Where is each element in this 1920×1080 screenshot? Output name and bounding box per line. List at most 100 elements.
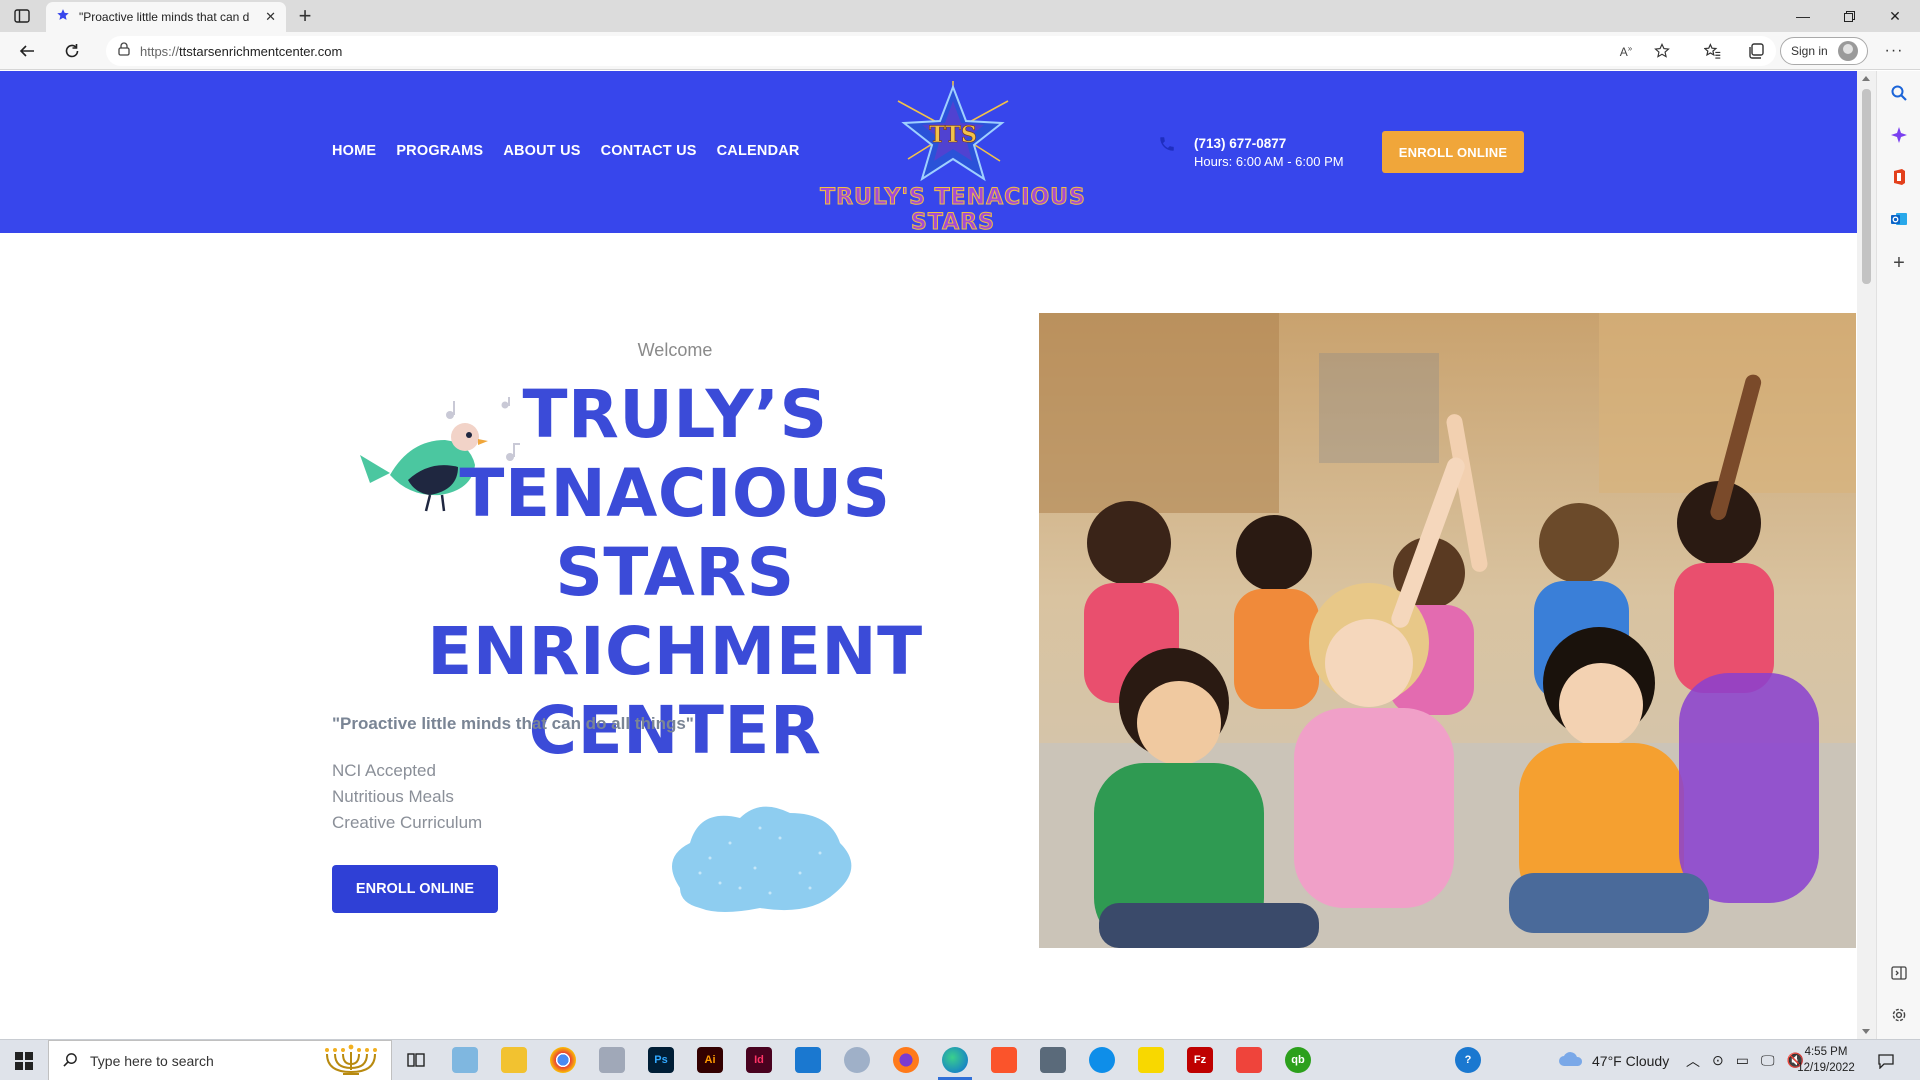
show-hidden-icons-icon[interactable]: ︿ xyxy=(1686,1051,1700,1071)
quill-icon[interactable] xyxy=(599,1047,625,1073)
url-text[interactable]: https://ttstarsenrichmentcenter.com xyxy=(140,44,342,59)
help-icon[interactable]: ? xyxy=(1455,1047,1481,1073)
filezilla-icon[interactable]: Fz xyxy=(1187,1047,1213,1073)
browser-tab-bar: "Proactive little minds that can d ✕ + —… xyxy=(0,0,1920,32)
notepad-icon[interactable] xyxy=(452,1047,478,1073)
refresh-icon[interactable] xyxy=(58,37,86,65)
more-menu-icon[interactable]: ··· xyxy=(1880,37,1908,65)
hero-title: TRULY’S TENACIOUS STARS ENRICHMENT CENTE… xyxy=(332,375,1018,770)
sidebar-office-icon[interactable] xyxy=(1887,165,1911,189)
sidebar-discover-icon[interactable] xyxy=(1887,123,1911,147)
sidebar-outlook-icon[interactable] xyxy=(1887,207,1911,231)
sidebar-settings-icon[interactable] xyxy=(1887,1003,1911,1027)
weather-widget[interactable]: 47°F Cloudy xyxy=(1558,1040,1669,1080)
feature-list: NCI Accepted Nutritious Meals Creative C… xyxy=(332,758,482,836)
file-explorer-icon[interactable] xyxy=(501,1047,527,1073)
chrome-icon[interactable] xyxy=(550,1047,576,1073)
edge-sidebar: + xyxy=(1876,71,1920,1039)
illustrator-icon[interactable]: Ai xyxy=(697,1047,723,1073)
weather-text: 47°F Cloudy xyxy=(1592,1052,1670,1069)
sidebar-hide-icon[interactable] xyxy=(1887,961,1911,985)
header-enroll-button[interactable]: ENROLL ONLINE xyxy=(1382,131,1524,173)
nav-about-us[interactable]: ABOUT US xyxy=(503,143,580,159)
edge-icon[interactable] xyxy=(938,1047,972,1080)
contact-info: (713) 677-0877 Hours: 6:00 AM - 6:00 PM xyxy=(1158,135,1344,171)
scrollbar-thumb[interactable] xyxy=(1862,89,1871,284)
indesign-icon[interactable]: Id xyxy=(746,1047,772,1073)
profile-avatar-icon xyxy=(1837,41,1858,61)
windows-taskbar: Type here to search Ps Ai Id Fz qb ? 47°… xyxy=(0,1039,1920,1080)
brave-icon[interactable] xyxy=(991,1047,1017,1073)
favorites-icon[interactable] xyxy=(1698,37,1726,65)
close-window-icon[interactable]: ✕ xyxy=(1872,0,1918,32)
feature-item: Nutritious Meals xyxy=(332,787,454,806)
teamviewer-icon[interactable] xyxy=(1089,1047,1115,1073)
hero-enroll-button[interactable]: ENROLL ONLINE xyxy=(332,865,498,913)
taskbar-clock[interactable]: 4:55 PM 12/19/2022 xyxy=(1796,1044,1856,1076)
business-hours: Hours: 6:00 AM - 6:00 PM xyxy=(1194,154,1344,169)
restore-icon[interactable] xyxy=(1826,0,1872,32)
record-icon[interactable]: ⊙ xyxy=(1712,1052,1724,1069)
sidebar-add-icon[interactable]: + xyxy=(1887,251,1911,275)
phone-icon xyxy=(1158,135,1176,171)
sign-in-button[interactable]: Sign in xyxy=(1780,37,1868,65)
collections-icon[interactable] xyxy=(1742,37,1770,65)
firefox-icon[interactable] xyxy=(893,1047,919,1073)
scroll-down-icon[interactable] xyxy=(1862,1029,1870,1034)
read-aloud-icon[interactable]: A» xyxy=(1612,37,1640,65)
nav-calendar[interactable]: CALENDAR xyxy=(717,143,800,159)
cloudy-weather-icon xyxy=(1558,1050,1584,1071)
star-logo-icon: TTS xyxy=(897,81,1009,182)
logo-monogram: TTS xyxy=(929,122,977,148)
notifications-icon[interactable] xyxy=(1878,1040,1894,1080)
feature-item: NCI Accepted xyxy=(332,761,436,780)
add-favorite-icon[interactable] xyxy=(1648,37,1676,65)
clock-time: 4:55 PM xyxy=(1804,1046,1848,1058)
sign-in-label: Sign in xyxy=(1791,44,1828,58)
network-icon[interactable]: 🖵 xyxy=(1761,1052,1775,1069)
site-logo[interactable]: TTS TRULY'S TENACIOUS STARS xyxy=(808,79,1098,236)
phone-number[interactable]: (713) 677-0877 xyxy=(1194,135,1344,153)
address-bar[interactable]: https://ttstarsenrichmentcenter.com xyxy=(106,36,1776,66)
anydesk-icon[interactable] xyxy=(1236,1047,1262,1073)
task-view-icon[interactable] xyxy=(403,1047,429,1073)
back-arrow-icon[interactable] xyxy=(13,37,41,65)
cloud-decoration-icon xyxy=(672,806,852,912)
new-tab-button[interactable]: + xyxy=(293,3,317,28)
system-tray: ︿ ⊙ ▭ 🖵 🔇 xyxy=(1686,1040,1804,1080)
browser-tab-active[interactable]: "Proactive little minds that can d ✕ xyxy=(46,2,286,32)
close-tab-icon[interactable]: ✕ xyxy=(265,9,276,25)
meet-now-icon[interactable]: ▭ xyxy=(1736,1052,1749,1069)
nav-home[interactable]: HOME xyxy=(332,143,376,159)
logo-wordmark: TRULY'S TENACIOUS STARS xyxy=(820,185,1086,236)
minimize-icon[interactable]: — xyxy=(1780,0,1826,32)
scroll-up-icon[interactable] xyxy=(1862,76,1870,81)
sticky-notes-icon[interactable] xyxy=(1138,1047,1164,1073)
hero-title-line-2: TENACIOUS STARS xyxy=(459,455,891,611)
tab-title: "Proactive little minds that can d xyxy=(79,10,250,24)
nav-contact-us[interactable]: CONTACT US xyxy=(601,143,697,159)
lock-icon[interactable] xyxy=(118,41,130,61)
windows-start-icon[interactable] xyxy=(0,1040,48,1080)
mail-icon[interactable] xyxy=(795,1047,821,1073)
tab-actions-icon[interactable] xyxy=(10,6,34,26)
main-nav: HOME PROGRAMS ABOUT US CONTACT US CALEND… xyxy=(332,143,800,159)
browser-toolbar: https://ttstarsenrichmentcenter.com A» S… xyxy=(0,32,1920,70)
page-scrollbar[interactable] xyxy=(1857,71,1876,1039)
calculator-icon[interactable] xyxy=(1040,1047,1066,1073)
nav-programs[interactable]: PROGRAMS xyxy=(396,143,483,159)
tagline: "Proactive little minds that can do all … xyxy=(332,714,694,733)
taskbar-search-box[interactable]: Type here to search xyxy=(48,1040,392,1080)
paint-icon[interactable] xyxy=(844,1047,870,1073)
hero-title-line-1: TRULY’S xyxy=(522,376,828,453)
photoshop-icon[interactable]: Ps xyxy=(648,1047,674,1073)
clock-date: 12/19/2022 xyxy=(1797,1062,1855,1074)
children-classroom-photo xyxy=(1039,313,1856,948)
menorah-icon xyxy=(321,1042,381,1079)
sidebar-search-icon[interactable] xyxy=(1887,81,1911,105)
feature-item: Creative Curriculum xyxy=(332,813,483,832)
site-header: HOME PROGRAMS ABOUT US CONTACT US CALEND… xyxy=(0,71,1857,236)
welcome-text: Welcome xyxy=(637,340,713,360)
quickbooks-icon[interactable]: qb xyxy=(1285,1047,1311,1073)
hero-title-line-3: ENRICHMENT xyxy=(427,613,923,690)
